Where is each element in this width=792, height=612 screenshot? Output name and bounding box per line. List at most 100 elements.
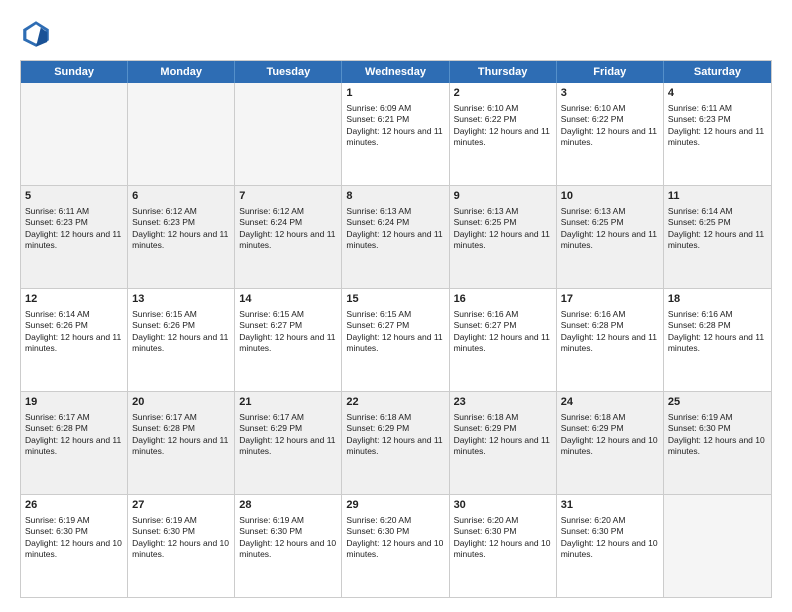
calendar-cell: 11Sunrise: 6:14 AMSunset: 6:25 PMDayligh… [664,186,771,288]
calendar-cell: 1Sunrise: 6:09 AMSunset: 6:21 PMDaylight… [342,83,449,185]
day-number: 17 [561,292,659,307]
sunset-text: Sunset: 6:30 PM [239,526,302,536]
calendar-cell: 23Sunrise: 6:18 AMSunset: 6:29 PMDayligh… [450,392,557,494]
sunrise-text: Sunrise: 6:17 AM [239,412,304,422]
day-number: 7 [239,189,337,204]
calendar-header: SundayMondayTuesdayWednesdayThursdayFrid… [21,61,771,83]
calendar-cell: 16Sunrise: 6:16 AMSunset: 6:27 PMDayligh… [450,289,557,391]
sunset-text: Sunset: 6:30 PM [668,423,731,433]
calendar-cell: 24Sunrise: 6:18 AMSunset: 6:29 PMDayligh… [557,392,664,494]
sunset-text: Sunset: 6:29 PM [561,423,624,433]
calendar: SundayMondayTuesdayWednesdayThursdayFrid… [20,60,772,598]
daylight-text: Daylight: 12 hours and 10 minutes. [668,435,765,456]
daylight-text: Daylight: 12 hours and 11 minutes. [25,229,121,250]
day-number: 28 [239,498,337,513]
calendar-cell: 6Sunrise: 6:12 AMSunset: 6:23 PMDaylight… [128,186,235,288]
day-number: 9 [454,189,552,204]
daylight-text: Daylight: 12 hours and 10 minutes. [561,538,658,559]
daylight-text: Daylight: 12 hours and 11 minutes. [132,229,228,250]
sunset-text: Sunset: 6:27 PM [454,320,517,330]
day-header-sunday: Sunday [21,61,128,83]
day-number: 20 [132,395,230,410]
day-number: 10 [561,189,659,204]
daylight-text: Daylight: 12 hours and 10 minutes. [25,538,122,559]
calendar-cell: 4Sunrise: 6:11 AMSunset: 6:23 PMDaylight… [664,83,771,185]
day-number: 19 [25,395,123,410]
day-header-tuesday: Tuesday [235,61,342,83]
sunrise-text: Sunrise: 6:11 AM [668,103,732,113]
day-number: 5 [25,189,123,204]
daylight-text: Daylight: 12 hours and 11 minutes. [454,229,550,250]
day-number: 30 [454,498,552,513]
daylight-text: Daylight: 12 hours and 11 minutes. [25,435,121,456]
sunrise-text: Sunrise: 6:15 AM [132,309,197,319]
sunset-text: Sunset: 6:28 PM [561,320,624,330]
calendar-cell: 10Sunrise: 6:13 AMSunset: 6:25 PMDayligh… [557,186,664,288]
daylight-text: Daylight: 12 hours and 11 minutes. [561,126,657,147]
sunset-text: Sunset: 6:25 PM [561,217,624,227]
day-number: 6 [132,189,230,204]
sunset-text: Sunset: 6:23 PM [668,114,731,124]
sunrise-text: Sunrise: 6:12 AM [239,206,304,216]
sunset-text: Sunset: 6:29 PM [454,423,517,433]
calendar-body: 1Sunrise: 6:09 AMSunset: 6:21 PMDaylight… [21,83,771,597]
day-number: 3 [561,86,659,101]
sunset-text: Sunset: 6:22 PM [454,114,517,124]
page: SundayMondayTuesdayWednesdayThursdayFrid… [0,0,792,612]
day-number: 18 [668,292,767,307]
day-number: 31 [561,498,659,513]
sunrise-text: Sunrise: 6:16 AM [454,309,519,319]
sunset-text: Sunset: 6:29 PM [239,423,302,433]
daylight-text: Daylight: 12 hours and 11 minutes. [346,435,442,456]
calendar-cell: 20Sunrise: 6:17 AMSunset: 6:28 PMDayligh… [128,392,235,494]
calendar-cell: 2Sunrise: 6:10 AMSunset: 6:22 PMDaylight… [450,83,557,185]
daylight-text: Daylight: 12 hours and 10 minutes. [561,435,658,456]
calendar-cell: 21Sunrise: 6:17 AMSunset: 6:29 PMDayligh… [235,392,342,494]
sunset-text: Sunset: 6:30 PM [561,526,624,536]
sunrise-text: Sunrise: 6:15 AM [239,309,304,319]
day-header-thursday: Thursday [450,61,557,83]
header [20,18,772,50]
daylight-text: Daylight: 12 hours and 10 minutes. [346,538,443,559]
sunrise-text: Sunrise: 6:16 AM [561,309,626,319]
day-number: 21 [239,395,337,410]
sunrise-text: Sunrise: 6:19 AM [132,515,197,525]
calendar-week-4: 19Sunrise: 6:17 AMSunset: 6:28 PMDayligh… [21,392,771,495]
sunset-text: Sunset: 6:28 PM [668,320,731,330]
sunset-text: Sunset: 6:30 PM [25,526,88,536]
daylight-text: Daylight: 12 hours and 11 minutes. [132,435,228,456]
sunrise-text: Sunrise: 6:18 AM [561,412,626,422]
calendar-cell: 31Sunrise: 6:20 AMSunset: 6:30 PMDayligh… [557,495,664,597]
day-number: 13 [132,292,230,307]
daylight-text: Daylight: 12 hours and 10 minutes. [132,538,229,559]
calendar-week-3: 12Sunrise: 6:14 AMSunset: 6:26 PMDayligh… [21,289,771,392]
sunset-text: Sunset: 6:22 PM [561,114,624,124]
daylight-text: Daylight: 12 hours and 11 minutes. [454,435,550,456]
sunset-text: Sunset: 6:24 PM [346,217,409,227]
daylight-text: Daylight: 12 hours and 10 minutes. [454,538,551,559]
sunset-text: Sunset: 6:29 PM [346,423,409,433]
daylight-text: Daylight: 12 hours and 11 minutes. [346,126,442,147]
sunrise-text: Sunrise: 6:10 AM [561,103,626,113]
sunset-text: Sunset: 6:26 PM [132,320,195,330]
daylight-text: Daylight: 12 hours and 11 minutes. [668,126,764,147]
logo-icon [20,18,52,50]
sunset-text: Sunset: 6:28 PM [25,423,88,433]
sunrise-text: Sunrise: 6:17 AM [132,412,197,422]
sunset-text: Sunset: 6:27 PM [239,320,302,330]
sunset-text: Sunset: 6:30 PM [454,526,517,536]
calendar-cell: 25Sunrise: 6:19 AMSunset: 6:30 PMDayligh… [664,392,771,494]
sunrise-text: Sunrise: 6:13 AM [346,206,411,216]
sunrise-text: Sunrise: 6:19 AM [25,515,90,525]
day-header-wednesday: Wednesday [342,61,449,83]
calendar-cell: 7Sunrise: 6:12 AMSunset: 6:24 PMDaylight… [235,186,342,288]
sunrise-text: Sunrise: 6:12 AM [132,206,197,216]
calendar-cell: 12Sunrise: 6:14 AMSunset: 6:26 PMDayligh… [21,289,128,391]
sunrise-text: Sunrise: 6:17 AM [25,412,90,422]
sunset-text: Sunset: 6:25 PM [454,217,517,227]
sunrise-text: Sunrise: 6:13 AM [561,206,626,216]
calendar-cell: 26Sunrise: 6:19 AMSunset: 6:30 PMDayligh… [21,495,128,597]
day-number: 12 [25,292,123,307]
daylight-text: Daylight: 12 hours and 11 minutes. [239,229,335,250]
sunrise-text: Sunrise: 6:20 AM [346,515,411,525]
